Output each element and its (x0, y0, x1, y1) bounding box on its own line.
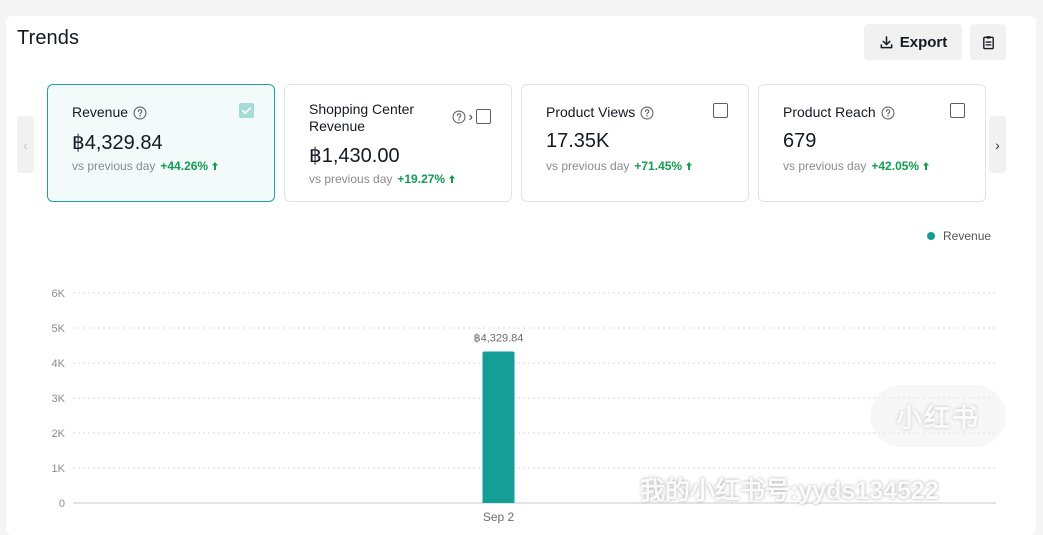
watermark-text: 我的小红书号:yyds134522 (640, 477, 939, 505)
data-label: ฿4,329.84 (474, 332, 524, 344)
chart-bar (482, 351, 515, 503)
y-tick-label: 3K (52, 393, 66, 405)
x-tick-label: Sep 2 (483, 510, 515, 524)
y-tick-label: 1K (52, 463, 66, 475)
y-tick-label: 5K (52, 323, 66, 335)
y-tick-label: 2K (52, 428, 66, 440)
y-tick-label: 4K (52, 358, 66, 370)
revenue-bar-chart: 0 1K 2K 3K 4K 5K 6K ฿4,329.84 Sep 2 (52, 288, 996, 524)
y-tick-label: 0 (59, 498, 65, 510)
watermark-badge: 小红书 (870, 385, 1006, 447)
y-tick-label: 6K (52, 288, 66, 300)
